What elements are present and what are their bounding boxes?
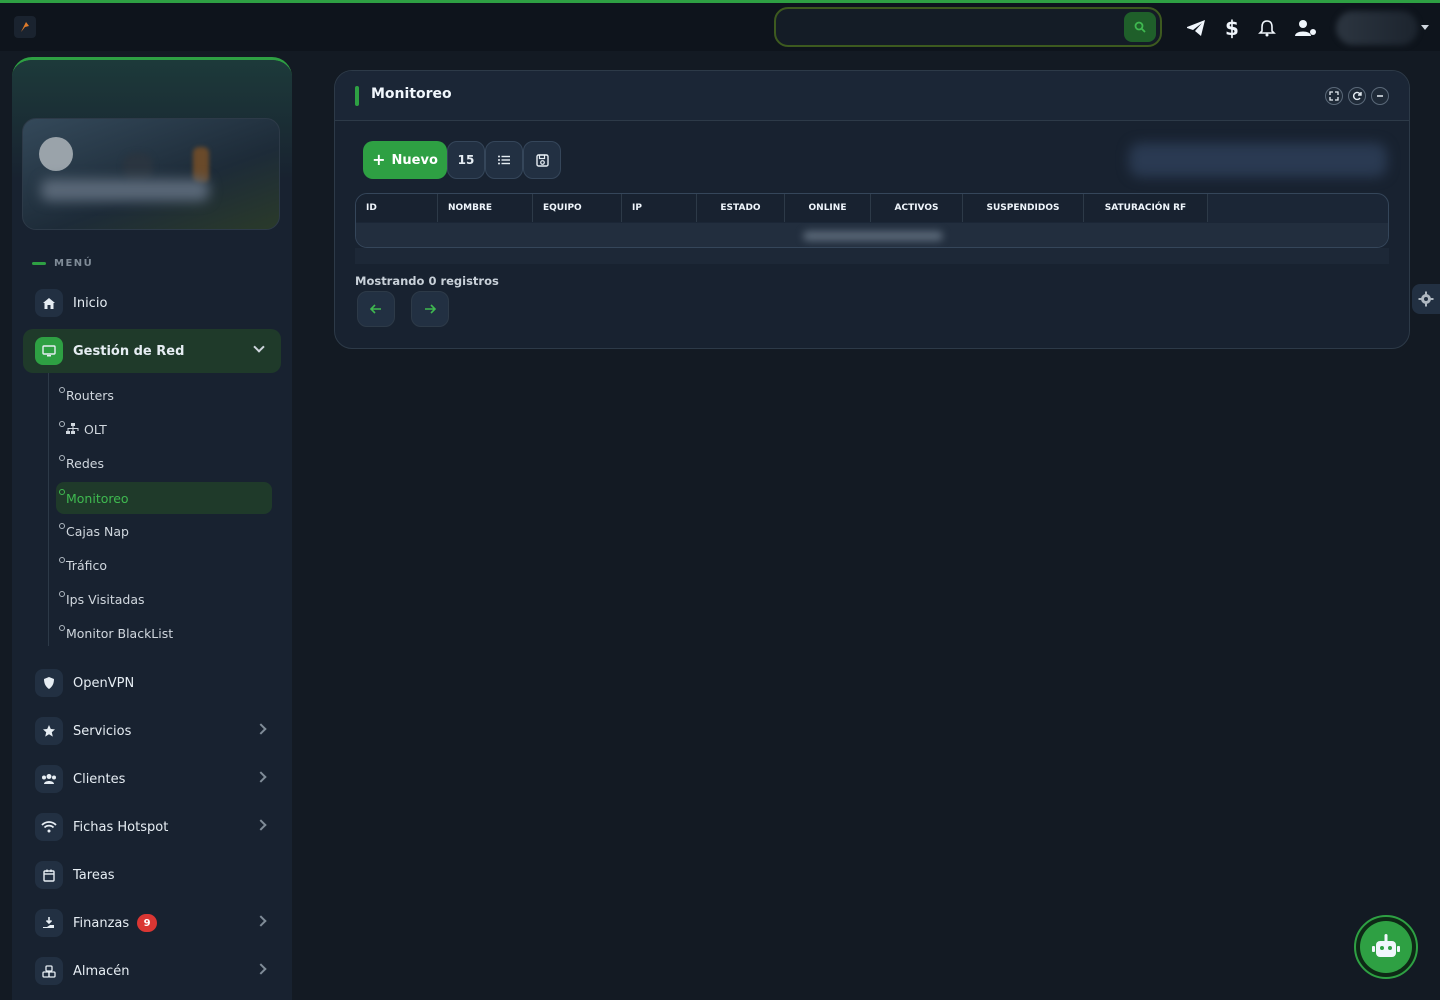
- star-icon: [35, 717, 63, 745]
- telegram-icon[interactable]: [1184, 16, 1208, 40]
- refresh-icon[interactable]: [1348, 87, 1366, 105]
- sidebar-item-gestion-de-red[interactable]: Gestión de Red: [23, 329, 281, 373]
- search-icon: [1134, 21, 1146, 33]
- sidebar-item-tareas[interactable]: Tareas: [23, 855, 281, 895]
- bell-icon[interactable]: [1255, 16, 1279, 40]
- chevron-right-icon: [255, 963, 267, 975]
- fullscreen-icon[interactable]: [1325, 87, 1343, 105]
- column-header[interactable]: SATURACIÓN RF: [1084, 194, 1208, 222]
- search-bar: [774, 7, 1162, 47]
- collapse-icon[interactable]: [1371, 87, 1389, 105]
- chevron-right-icon: [255, 819, 267, 831]
- app-logo[interactable]: [14, 16, 36, 38]
- wifi-icon: [35, 813, 63, 841]
- list-icon: [498, 155, 510, 165]
- sidebar-item-inicio[interactable]: Inicio: [23, 283, 281, 323]
- user-cog-icon[interactable]: [1294, 16, 1318, 40]
- profile-card[interactable]: [22, 118, 280, 230]
- arrow-left-icon: [370, 304, 381, 314]
- column-list-button[interactable]: [485, 141, 523, 179]
- sidebar-subitem-cajas-nap[interactable]: Cajas Nap: [56, 516, 272, 546]
- sidebar-item-almacen[interactable]: Almacén: [23, 951, 281, 991]
- calendar-icon: [35, 861, 63, 889]
- sidebar-subitem-redes[interactable]: Redes: [56, 448, 272, 478]
- profile-name-blurred: [41, 179, 209, 201]
- robot-icon: [1372, 934, 1400, 957]
- previous-page-button[interactable]: [357, 291, 395, 327]
- sidebar-item-openvpn[interactable]: OpenVPN: [23, 663, 281, 703]
- sidebar-subitem-olt[interactable]: OLT: [56, 414, 272, 444]
- new-button[interactable]: + Nuevo: [363, 141, 447, 179]
- save-icon: [535, 153, 549, 167]
- users-icon: [35, 765, 63, 793]
- boxes-icon: [35, 957, 63, 985]
- table-search-input[interactable]: [1129, 143, 1387, 177]
- column-header[interactable]: ONLINE: [785, 194, 871, 222]
- monitoreo-card: Monitoreo + Nuevo 15 ID NOMBRE EQUIPO IP…: [334, 70, 1410, 349]
- search-button[interactable]: [1124, 12, 1156, 42]
- top-bar: $: [0, 3, 1440, 51]
- next-page-button[interactable]: [411, 291, 449, 327]
- sidebar-subitem-ips-visitadas[interactable]: Ips Visitadas: [56, 584, 272, 614]
- column-header[interactable]: SUSPENDIDOS: [963, 194, 1084, 222]
- sidebar-subitem-monitoreo[interactable]: Monitoreo: [56, 482, 272, 514]
- page-title: Monitoreo: [371, 86, 452, 102]
- chevron-right-icon: [255, 771, 267, 783]
- column-header[interactable]: EQUIPO: [533, 194, 622, 222]
- hand-money-icon: [35, 909, 63, 937]
- arrow-right-icon: [425, 304, 436, 314]
- avatar: [39, 137, 73, 171]
- column-header[interactable]: IP: [622, 194, 697, 222]
- chevron-right-icon: [255, 723, 267, 735]
- sidebar-item-clientes[interactable]: Clientes: [23, 759, 281, 799]
- plus-icon: +: [372, 150, 386, 169]
- sidebar-subitem-monitor-blacklist[interactable]: Monitor BlackList: [56, 618, 272, 648]
- sidebar-subitem-routers[interactable]: Routers: [56, 380, 272, 410]
- table-empty-row: [356, 223, 1388, 247]
- sidebar-item-finanzas[interactable]: Finanzas 9: [23, 903, 281, 943]
- sidebar-item-fichas-hotspot[interactable]: Fichas Hotspot: [23, 807, 281, 847]
- card-header: Monitoreo: [335, 71, 1409, 121]
- shield-icon: [35, 669, 63, 697]
- menu-heading: MENÚ: [32, 258, 93, 269]
- user-menu-caret-icon[interactable]: [1421, 25, 1429, 30]
- column-header[interactable]: NOMBRE: [438, 194, 533, 222]
- monitoreo-table: ID NOMBRE EQUIPO IP ESTADO ONLINE ACTIVO…: [355, 193, 1389, 248]
- column-header[interactable]: ID: [356, 194, 438, 222]
- sitemap-icon: [66, 423, 80, 435]
- records-count: Mostrando 0 registros: [355, 274, 499, 288]
- table-header-row: ID NOMBRE EQUIPO IP ESTADO ONLINE ACTIVO…: [356, 194, 1208, 222]
- sidebar-subitem-trafico[interactable]: Tráfico: [56, 550, 272, 580]
- page-size-button[interactable]: 15: [447, 141, 485, 179]
- column-header[interactable]: ESTADO: [697, 194, 785, 222]
- chevron-down-icon: [253, 341, 265, 353]
- network-icon: [35, 337, 63, 365]
- home-icon: [35, 289, 63, 317]
- finanzas-badge: 9: [137, 914, 158, 932]
- sidebar-item-servicios[interactable]: Servicios: [23, 711, 281, 751]
- dollar-icon[interactable]: $: [1220, 16, 1244, 40]
- search-input[interactable]: [786, 15, 1106, 39]
- sidebar: MENÚ Inicio Gestión de Red Routers OLT R…: [12, 57, 292, 1000]
- settings-gear-icon[interactable]: [1412, 284, 1440, 314]
- column-header[interactable]: ACTIVOS: [871, 194, 963, 222]
- chevron-right-icon: [255, 915, 267, 927]
- save-button[interactable]: [523, 141, 561, 179]
- user-menu[interactable]: [1336, 11, 1418, 45]
- chatbot-button[interactable]: [1354, 915, 1418, 979]
